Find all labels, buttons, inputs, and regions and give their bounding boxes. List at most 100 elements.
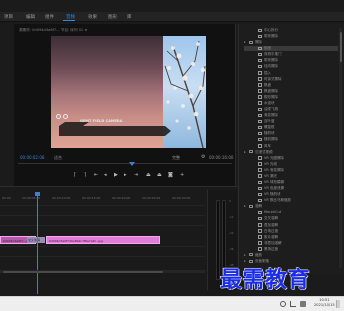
extract-icon[interactable]: ⏏ [157, 172, 162, 178]
transition-icon [258, 210, 262, 215]
transition-icon [258, 247, 262, 251]
meter-level: -24 [229, 231, 234, 235]
camera-icon[interactable]: ◙ [168, 172, 173, 178]
mark-out-icon[interactable]: ⌉ [84, 172, 86, 178]
transition-icon [258, 216, 262, 221]
transition-icon [258, 131, 262, 136]
transition-icon [258, 229, 262, 233]
effect-label: 百叶窗 [264, 119, 275, 124]
transition-icon [258, 241, 262, 245]
effect-label: 白场过渡 [264, 228, 278, 233]
transition-icon [258, 95, 262, 99]
menu-item-project[interactable]: 项目 [4, 14, 13, 20]
effect-label: 插入 [264, 70, 271, 75]
playhead-timecode[interactable]: 00:00:02:08 [20, 155, 44, 160]
transition-icon [258, 107, 262, 112]
folder-icon [249, 253, 253, 257]
transition-icon [258, 46, 262, 51]
caption-overlay [59, 122, 171, 136]
ruler-tick: 00:00:20:00 [112, 196, 131, 200]
transition-icon [258, 34, 262, 39]
effect-label: VR 光线 [264, 161, 277, 166]
track-divider [0, 215, 205, 216]
caption-text: GEMT FIELD CAMERA [80, 119, 123, 123]
step-forward-icon[interactable]: ▸ [124, 172, 127, 178]
scrollbar-thumb[interactable] [339, 32, 342, 62]
step-back-icon[interactable]: ◂ [104, 172, 107, 178]
ruler-tick: 00:00:15:00 [82, 196, 101, 200]
effect-label: 棋盘擦除 [264, 88, 278, 93]
meter-level: -36 [229, 247, 234, 251]
meter-level: -12 [229, 215, 234, 219]
transition-icon [258, 89, 262, 93]
timeline-ruler[interactable]: 00:00 00:00:05:00 00:00:10:00 00:00:15:0… [0, 196, 205, 201]
quality-dropdown[interactable]: 完整 [172, 155, 180, 161]
mark-in-icon[interactable]: ⌈ [74, 172, 76, 178]
wrench-icon[interactable]: ⚙ [201, 154, 205, 160]
effect-label: VR 漏光 [264, 173, 277, 178]
show-desktop-button[interactable] [336, 300, 340, 308]
transition-icon [258, 198, 262, 203]
effect-label: VR 球形模糊 [264, 180, 284, 184]
menu-item-graphics[interactable]: 图形 [108, 14, 117, 20]
effect-label: 中心拆分 [264, 28, 278, 32]
menu-item-assembly[interactable]: 组件 [45, 14, 54, 20]
network-icon[interactable] [280, 301, 286, 307]
button-editor-icon[interactable]: + [180, 172, 184, 178]
go-to-in-icon[interactable]: ⇤ [94, 172, 98, 178]
effect-label: VR 光圈擦除 [264, 155, 284, 160]
play-icon[interactable]: ▶ [114, 172, 118, 178]
fit-dropdown[interactable]: 适合 [54, 155, 62, 161]
folder-icon [249, 204, 253, 208]
transition-icon [258, 64, 262, 69]
effect-label: 棋盘 [264, 82, 271, 87]
effect-label: 擦除 [255, 40, 262, 45]
effect-label: 黑场过渡 [264, 246, 278, 251]
transition-icon [258, 28, 262, 32]
effect-label: VR 默比乌斯缩放 [264, 198, 291, 203]
transition-icon [258, 223, 262, 227]
timeline-playhead[interactable] [37, 194, 38, 294]
monitor-playhead-icon[interactable] [129, 162, 135, 166]
expand-arrow-icon[interactable]: ▸ [244, 253, 246, 257]
menu-item-edit[interactable]: 编辑 [26, 14, 35, 20]
monitor-scrubber[interactable] [18, 163, 232, 168]
expand-arrow-icon[interactable]: ▸ [244, 150, 246, 154]
lift-icon[interactable]: ⏏ [146, 172, 151, 178]
effect-label: 风车 [264, 143, 271, 148]
transition-icon [258, 71, 262, 75]
effects-panel [238, 24, 344, 274]
effect-label: 胶片溶解 [264, 234, 278, 239]
timeline-clip[interactable]: 0d094d3a6f7d6a8b9c7f8e7a4f...jpg [46, 236, 160, 244]
scrollbar-thumb[interactable] [3, 270, 163, 273]
track-divider [0, 205, 205, 206]
effect-label: 带状擦除 [264, 58, 278, 63]
effect-item[interactable]: 划出 [244, 46, 338, 52]
ruler-tick: 00:00:25:00 [142, 196, 161, 200]
clock-date: 2021/10/15 [314, 303, 335, 307]
menu-item-effects[interactable]: 效果 [88, 14, 97, 20]
expand-arrow-icon[interactable]: ▸ [244, 40, 246, 44]
transition-icon [258, 101, 262, 105]
timeline-scrollbar[interactable] [0, 270, 205, 273]
effect-label: 径向擦除 [264, 64, 278, 69]
transition-icon [258, 58, 262, 63]
ruler-tick: 00:00:10:00 [52, 196, 71, 200]
effect-label: VR 随机块 [264, 192, 281, 197]
expand-arrow-icon[interactable]: ▸ [244, 204, 246, 208]
go-to-out-icon[interactable]: ⇥ [134, 172, 138, 178]
transition-icon [258, 144, 262, 148]
record-circle-icon [56, 114, 61, 119]
transition-icon [258, 77, 262, 81]
transition-icon [258, 125, 262, 130]
effects-scrollbar[interactable] [339, 28, 342, 268]
taskbar: 10:51 2021/10/15 [0, 296, 344, 311]
effect-label: 非叠加溶解 [264, 240, 282, 245]
ime-icon[interactable] [300, 301, 306, 307]
transition-block[interactable]: 交叉溶解 [27, 237, 45, 243]
transition-icon [258, 192, 262, 197]
menu-item-library[interactable]: 库 [127, 14, 132, 20]
effect-label: MorphCut [264, 210, 282, 215]
volume-icon[interactable] [290, 301, 296, 307]
clock[interactable]: 10:51 2021/10/15 [314, 298, 335, 308]
